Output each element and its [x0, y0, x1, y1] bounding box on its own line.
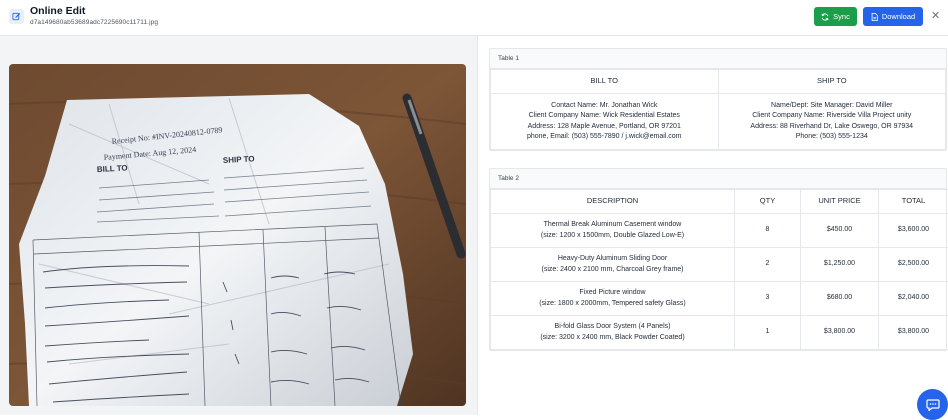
- photo-ship-to: SHIP TO: [223, 154, 255, 165]
- table-row: Bi-fold Glass Door System (4 Panels)(siz…: [491, 316, 948, 350]
- table-1: BILL TO SHIP TO Contact Name: Mr. Jonath…: [490, 69, 946, 150]
- description-size: (size: 1800 x 2000mm, Tempered safety Gl…: [491, 299, 734, 310]
- description-cell[interactable]: Bi-fold Glass Door System (4 Panels)(siz…: [491, 316, 735, 350]
- total-cell[interactable]: $2,500.00: [879, 248, 948, 282]
- total-cell[interactable]: $3,600.00: [879, 214, 948, 248]
- bill-phone-email: phone, Email: (503) 555-7890 / j.wick@em…: [491, 132, 718, 143]
- chat-icon: [926, 399, 940, 411]
- description-size: (size: 3200 x 2400 mm, Black Powder Coat…: [491, 333, 734, 344]
- qty-cell[interactable]: 1: [735, 316, 801, 350]
- sync-label: Sync: [833, 12, 850, 21]
- download-label: Download: [882, 12, 915, 21]
- bill-contact: Contact Name: Mr. Jonathan Wick: [491, 101, 718, 112]
- ship-to-cell[interactable]: Name/Dept: Site Manager: David Miller Cl…: [718, 94, 946, 150]
- description-line: Fixed Picture window: [491, 288, 734, 299]
- description-line: Heavy-Duty Aluminum Sliding Door: [491, 254, 734, 265]
- unit-price-cell[interactable]: $450.00: [801, 214, 879, 248]
- download-button[interactable]: Download: [863, 7, 923, 26]
- qty-cell[interactable]: 2: [735, 248, 801, 282]
- ship-company: Client Company Name: Riverside Villa Pro…: [719, 111, 946, 122]
- qty-header[interactable]: QTY: [735, 190, 801, 214]
- ship-address: Address: 88 Riverhand Dr, Lake Oswego, O…: [719, 122, 946, 133]
- sync-icon: [821, 13, 829, 21]
- total-header[interactable]: TOTAL: [879, 190, 948, 214]
- chat-button[interactable]: [917, 389, 948, 420]
- top-bar: Online Edit d7a149680ab53689adc7225690c1…: [0, 0, 948, 36]
- description-size: (size: 1200 x 1500mm, Double Glazed Low-…: [491, 231, 734, 242]
- unit-price-cell[interactable]: $1,250.00: [801, 248, 879, 282]
- bill-to-cell[interactable]: Contact Name: Mr. Jonathan Wick Client C…: [491, 94, 719, 150]
- total-cell[interactable]: $3,800.00: [879, 316, 948, 350]
- description-header[interactable]: DESCRIPTION: [491, 190, 735, 214]
- bill-address: Address: 128 Maple Avenue, Portland, OR …: [491, 122, 718, 133]
- table-2: DESCRIPTION QTY UNIT PRICE TOTAL Thermal…: [490, 189, 948, 350]
- description-cell[interactable]: Fixed Picture window(size: 1800 x 2000mm…: [491, 282, 735, 316]
- receipt-photo: Receipt No: #INV-20240812-0789 Payment D…: [9, 64, 466, 406]
- photo-bill-to: BILL TO: [97, 163, 128, 174]
- total-cell[interactable]: $2,040.00: [879, 282, 948, 316]
- description-line: Thermal Break Aluminum Casement window: [491, 220, 734, 231]
- ship-to-header[interactable]: SHIP TO: [718, 70, 946, 94]
- qty-cell[interactable]: 3: [735, 282, 801, 316]
- description-size: (size: 2400 x 2100 mm, Charcoal Grey fra…: [491, 265, 734, 276]
- page-title: Online Edit: [30, 5, 85, 17]
- table-2-title: Table 2: [490, 169, 946, 189]
- ship-name: Name/Dept: Site Manager: David Miller: [719, 101, 946, 112]
- table-row: Fixed Picture window(size: 1800 x 2000mm…: [491, 282, 948, 316]
- image-preview-pane: Receipt No: #INV-20240812-0789 Payment D…: [0, 36, 478, 415]
- table-1-title: Table 1: [490, 49, 946, 69]
- description-cell[interactable]: Heavy-Duty Aluminum Sliding Door(size: 2…: [491, 248, 735, 282]
- unit-price-header[interactable]: UNIT PRICE: [801, 190, 879, 214]
- table-row: Heavy-Duty Aluminum Sliding Door(size: 2…: [491, 248, 948, 282]
- edit-icon: [9, 9, 24, 24]
- qty-cell[interactable]: 8: [735, 214, 801, 248]
- tables-pane: Table 1 BILL TO SHIP TO Contact Name: Mr…: [479, 36, 948, 415]
- table-1-card: Table 1 BILL TO SHIP TO Contact Name: Mr…: [489, 48, 947, 151]
- sync-button[interactable]: Sync: [814, 7, 857, 26]
- file-name: d7a149680ab53689adc7225690c11711.jpg: [30, 19, 158, 26]
- unit-price-cell[interactable]: $680.00: [801, 282, 879, 316]
- bill-to-header[interactable]: BILL TO: [491, 70, 719, 94]
- description-line: Bi-fold Glass Door System (4 Panels): [491, 322, 734, 333]
- bill-company: Client Company Name: Wick Residential Es…: [491, 111, 718, 122]
- unit-price-cell[interactable]: $3,800.00: [801, 316, 879, 350]
- table-2-card: Table 2 DESCRIPTION QTY UNIT PRICE TOTAL…: [489, 168, 947, 351]
- table-row: Thermal Break Aluminum Casement window(s…: [491, 214, 948, 248]
- document-icon: [871, 13, 878, 21]
- close-icon[interactable]: ✕: [931, 9, 940, 23]
- description-cell[interactable]: Thermal Break Aluminum Casement window(s…: [491, 214, 735, 248]
- ship-phone: Phone: (503) 555-1234: [719, 132, 946, 143]
